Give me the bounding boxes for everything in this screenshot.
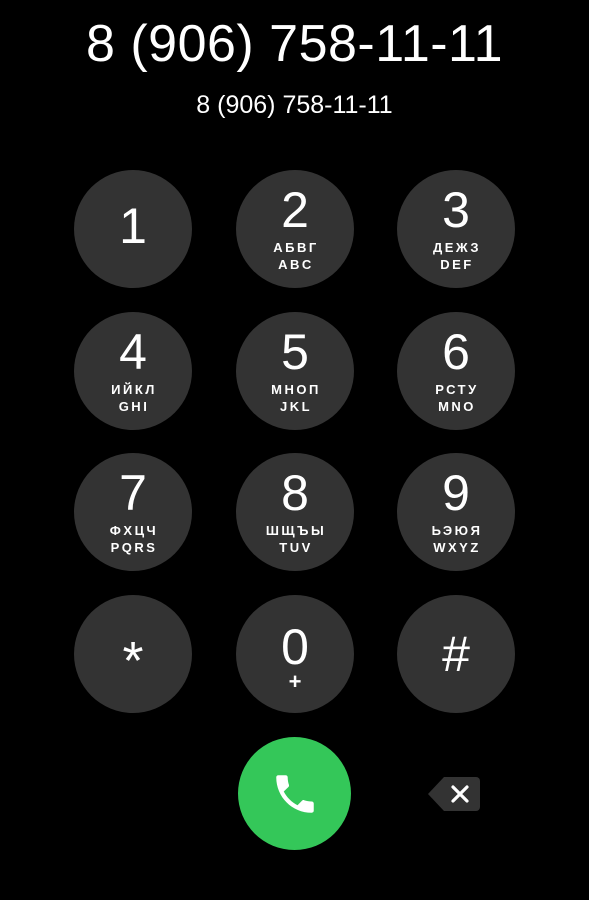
- key-letters-cyrillic: ИЙКЛ: [111, 382, 157, 397]
- key-digit: 8: [281, 465, 309, 521]
- key-letters-latin: WXYZ: [433, 540, 481, 555]
- key-digit: *: [122, 631, 144, 691]
- key-digit: 1: [119, 198, 147, 254]
- key-digit: #: [442, 626, 470, 682]
- call-button[interactable]: [238, 737, 351, 850]
- key-letters-latin: DEF: [440, 257, 474, 272]
- key-digit: 2: [281, 182, 309, 238]
- key-digit: 0: [281, 619, 309, 675]
- key-hash[interactable]: #: [397, 595, 515, 713]
- key-letters-cyrillic: РСТУ: [435, 382, 479, 397]
- key-digit: 6: [442, 324, 470, 380]
- key-letters-latin: TUV: [279, 540, 313, 555]
- key-4[interactable]: 4 ИЙКЛ GHI: [74, 312, 192, 430]
- key-letters-cyrillic: ШЩЪЫ: [265, 523, 327, 538]
- key-digit: 7: [119, 465, 147, 521]
- key-digit: 4: [119, 324, 147, 380]
- key-letters-cyrillic: МНОП: [271, 382, 321, 397]
- key-6[interactable]: 6 РСТУ MNO: [397, 312, 515, 430]
- key-letters-cyrillic: ЬЭЮЯ: [431, 523, 483, 538]
- key-digit: 3: [442, 182, 470, 238]
- key-5[interactable]: 5 МНОП JKL: [236, 312, 354, 430]
- key-star[interactable]: *: [74, 595, 192, 713]
- key-digit: 5: [281, 324, 309, 380]
- backspace-icon: [428, 777, 480, 811]
- key-letters-latin: GHI: [118, 399, 150, 414]
- key-7[interactable]: 7 ФХЦЧ PQRS: [74, 453, 192, 571]
- key-8[interactable]: 8 ШЩЪЫ TUV: [236, 453, 354, 571]
- key-letters-latin: MNO: [438, 399, 476, 414]
- delete-button[interactable]: [426, 774, 482, 814]
- key-letters-latin: JKL: [279, 399, 313, 414]
- key-plus-label: +: [288, 669, 302, 694]
- key-digit: 9: [442, 465, 470, 521]
- key-0[interactable]: 0 +: [236, 595, 354, 713]
- key-letters-latin: PQRS: [110, 540, 158, 555]
- key-letters-cyrillic: АБВГ: [273, 240, 319, 255]
- key-2[interactable]: 2 АБВГ ABC: [236, 170, 354, 288]
- key-1[interactable]: 1: [74, 170, 192, 288]
- key-letters-cyrillic: ДЕЖЗ: [433, 240, 481, 255]
- key-letters-cyrillic: ФХЦЧ: [109, 523, 159, 538]
- key-3[interactable]: 3 ДЕЖЗ DEF: [397, 170, 515, 288]
- phone-icon: [275, 774, 314, 813]
- key-9[interactable]: 9 ЬЭЮЯ WXYZ: [397, 453, 515, 571]
- key-letters-latin: ABC: [278, 257, 314, 272]
